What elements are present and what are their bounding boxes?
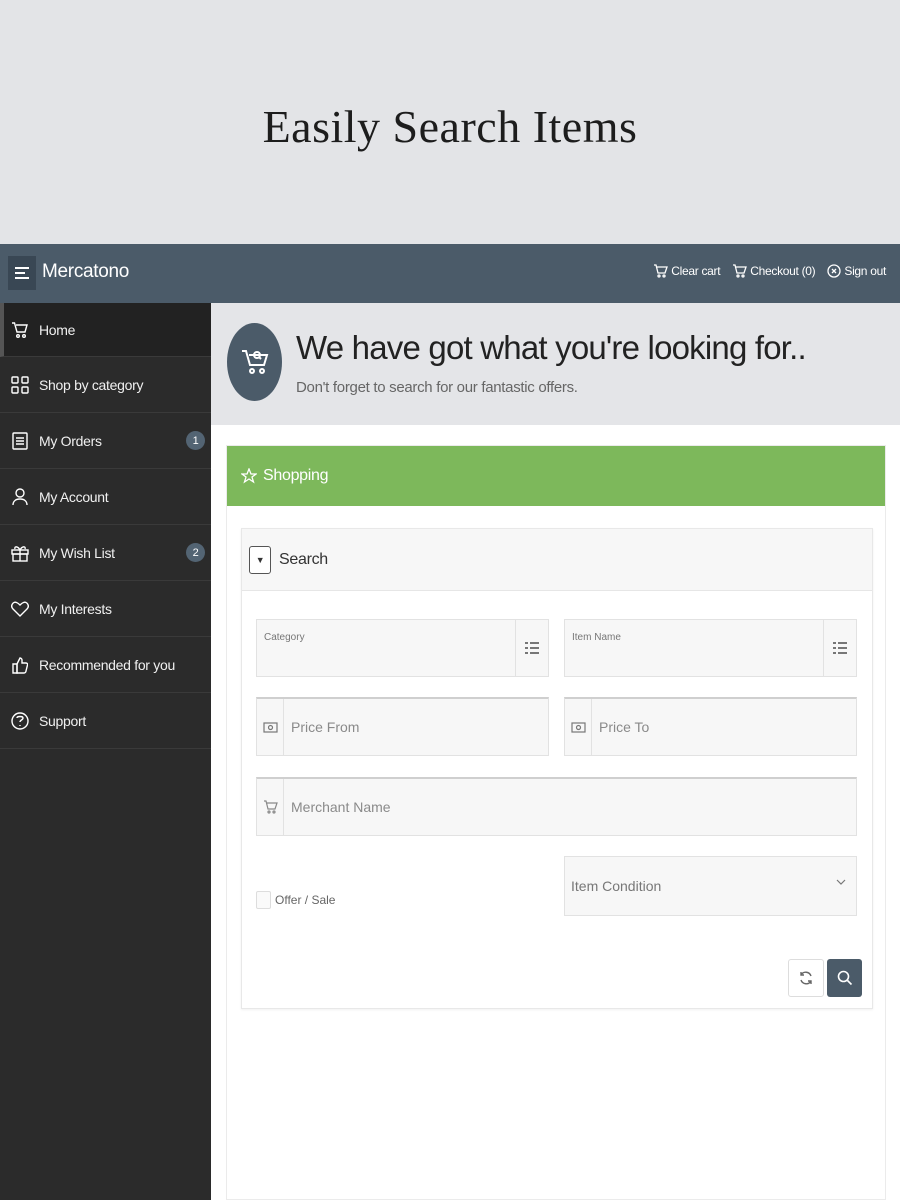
list-icon [833,642,847,654]
price-from-input[interactable] [291,699,542,755]
heart-icon [10,599,30,619]
reset-button[interactable] [788,959,824,997]
thumbs-up-icon [10,655,30,675]
item-name-field[interactable]: Item Name [564,619,857,677]
cart-icon [654,264,669,278]
user-icon [10,487,30,507]
sidebar-item-label: My Wish List [39,544,115,561]
shopping-panel-title: Shopping [263,467,329,484]
orders-count-badge: 1 [186,431,205,450]
shopping-panel-header: Shopping [227,446,885,506]
search-header: ▼ Search [242,529,872,591]
hero-title: We have got what you're looking for.. [296,329,807,366]
search-title: Search [279,550,328,568]
checkout-label: Checkout (0) [750,264,816,278]
brand-name: Mercatono [42,261,130,282]
clear-cart-label: Clear cart [671,264,721,278]
money-icon [257,699,284,755]
wishlist-count-badge: 2 [186,543,205,562]
sidebar-item-label: Support [39,712,86,729]
shopping-cart-icon [241,350,268,374]
clear-cart-link[interactable]: Clear cart [653,264,721,278]
sign-out-link[interactable]: Sign out [827,264,886,278]
item-condition-placeholder: Item Condition [571,878,662,894]
top-bar: Mercatono Clear cart Checkout (0) Sign o… [0,244,900,303]
price-to-input[interactable] [599,699,850,755]
sidebar-item-home[interactable]: Home [0,303,211,357]
hero-banner: We have got what you're looking for.. Do… [211,303,900,425]
category-field[interactable]: Category [256,619,549,677]
grid-icon [10,375,30,395]
offer-sale-checkbox[interactable] [256,891,271,909]
sidebar-item-recommended[interactable]: Recommended for you [0,637,211,693]
support-icon [10,711,30,731]
caret-down-icon: ▼ [255,554,265,565]
list-icon [525,642,539,654]
sign-out-label: Sign out [844,264,886,278]
menu-toggle-button[interactable] [8,256,36,290]
sidebar-item-label: Home [39,321,76,338]
power-icon [827,264,842,278]
sidebar-item-support[interactable]: Support [0,693,211,749]
search-icon [837,970,852,986]
collapse-search-button[interactable]: ▼ [249,545,271,574]
menu-icon [15,267,29,279]
chevron-down-icon [836,879,846,885]
merchant-name-input[interactable] [291,779,850,835]
price-from-field [256,697,549,756]
list-icon [10,431,30,451]
refresh-icon [800,971,812,985]
hero-cart-badge [227,323,282,401]
search-button[interactable] [827,959,862,997]
category-label: Category [264,632,305,643]
offer-sale-label: Offer / Sale [275,893,336,907]
item-condition-select[interactable]: Item Condition [564,856,857,916]
sidebar: Home Shop by category My Orders 1 My Acc… [0,303,211,1200]
main-content: We have got what you're looking for.. Do… [211,303,900,1200]
sidebar-item-my-wish-list[interactable]: My Wish List 2 [0,525,211,581]
sidebar-item-shop-by-category[interactable]: Shop by category [0,357,211,413]
shopping-panel: Shopping ▼ Search Category Item Name Pri… [226,445,886,1200]
sidebar-item-label: My Account [39,488,109,505]
star-icon [241,468,257,484]
cart-icon [257,779,284,835]
merchant-name-field [256,777,857,836]
sidebar-item-my-interests[interactable]: My Interests [0,581,211,637]
gift-icon [10,543,30,563]
offer-sale-row: Offer / Sale [256,891,335,909]
promo-title: Easily Search Items [262,101,638,152]
checkout-link[interactable]: Checkout (0) [732,264,816,278]
sidebar-item-my-orders[interactable]: My Orders 1 [0,413,211,469]
price-to-field [564,697,857,756]
top-actions: Clear cart Checkout (0) Sign out [653,264,886,278]
sidebar-item-my-account[interactable]: My Account [0,469,211,525]
sidebar-item-label: My Orders [39,432,102,449]
search-box: ▼ Search Category Item Name Price From P… [241,528,873,1009]
cart-icon [733,264,748,278]
category-list-button[interactable] [515,620,548,676]
sidebar-item-label: Shop by category [39,376,144,393]
item-name-list-button[interactable] [823,620,856,676]
item-name-label: Item Name [572,632,621,643]
promo-banner: Easily Search Items [0,0,900,244]
hero-subtitle: Don't forget to search for our fantastic… [296,379,578,396]
sidebar-item-label: My Interests [39,600,112,617]
cart-icon [10,320,30,340]
sidebar-item-label: Recommended for you [39,656,175,673]
money-icon [565,699,592,755]
